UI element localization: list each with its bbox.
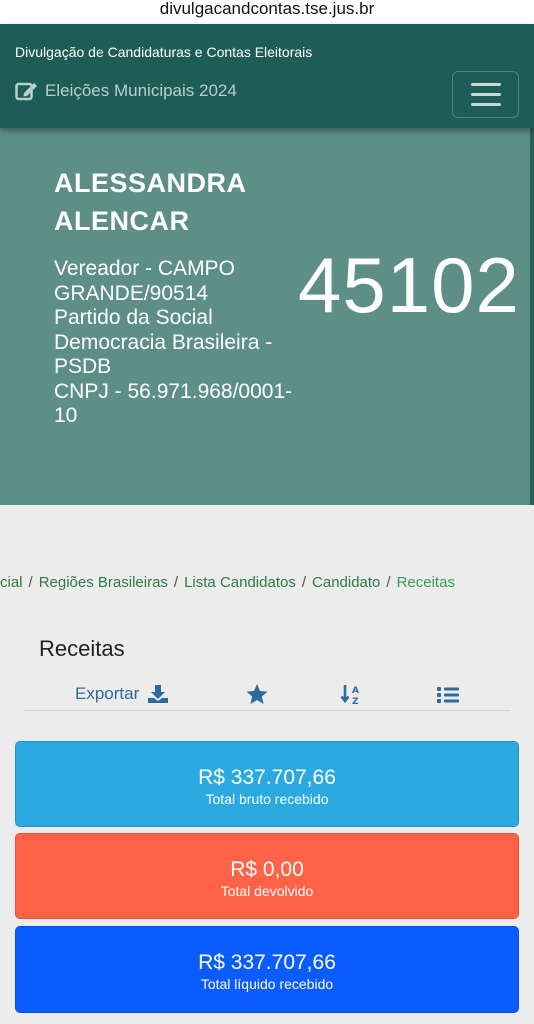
edit-square-icon xyxy=(15,82,37,101)
site-title: Divulgação de Candidaturas e Contas Elei… xyxy=(15,44,313,60)
banner-edge xyxy=(530,128,534,505)
sort-alpha-down-icon: A Z xyxy=(340,685,359,706)
breadcrumb-item-candidato[interactable]: Candidato xyxy=(312,574,380,591)
breadcrumb-current: Receitas xyxy=(396,574,455,591)
breadcrumb-item-regioes[interactable]: Regiões Brasileiras xyxy=(39,574,168,591)
site-header: Divulgação de Candidaturas e Contas Elei… xyxy=(0,24,534,128)
browser-url-bar[interactable]: divulgacandcontas.tse.jus.br xyxy=(0,0,534,24)
candidate-cnpj: CNPJ - 56.971.968/0001-10 xyxy=(54,379,293,428)
list-view-button[interactable] xyxy=(436,685,460,705)
breadcrumb-item-lista-candidatos[interactable]: Lista Candidatos xyxy=(184,574,296,591)
list-icon xyxy=(437,687,459,703)
svg-text:Z: Z xyxy=(352,697,359,706)
page-title: Receitas xyxy=(39,636,125,661)
election-title-label: Eleições Municipais 2024 xyxy=(45,81,237,100)
candidate-party: Partido da Social Democracia Brasileira … xyxy=(54,306,273,378)
candidate-banner: ALESSANDRA ALENCAR Vereador - CAMPO GRAN… xyxy=(0,128,530,505)
total-devolvido-label: Total devolvido xyxy=(220,883,314,899)
total-liquido-card[interactable]: R$ 337.707,66 Total líquido recebido xyxy=(15,926,519,1013)
total-bruto-amount: R$ 337.707,66 xyxy=(198,766,336,789)
svg-text:A: A xyxy=(352,686,359,696)
election-title[interactable]: Eleições Municipais 2024 xyxy=(15,80,237,102)
url-text: divulgacandcontas.tse.jus.br xyxy=(159,0,375,18)
download-icon xyxy=(148,685,169,703)
favorite-button[interactable] xyxy=(245,683,269,705)
breadcrumb: cial / Regiões Brasileiras / Lista Candidato… xyxy=(0,574,455,591)
export-label: Exportar xyxy=(75,684,140,703)
sort-button[interactable]: A Z xyxy=(340,684,364,706)
total-bruto-card[interactable]: R$ 337.707,66 Total bruto recebido xyxy=(15,741,519,827)
candidate-office: Vereador - CAMPO GRANDE/90514 xyxy=(54,257,235,305)
hamburger-icon xyxy=(470,83,501,86)
candidate-name: ALESSANDRA ALENCAR xyxy=(54,168,246,236)
breadcrumb-item-inicial[interactable]: cial xyxy=(0,574,23,591)
star-icon xyxy=(246,684,268,704)
total-devolvido-amount: R$ 0,00 xyxy=(230,858,304,881)
receitas-toolbar: Exportar A Z xyxy=(24,680,510,711)
total-liquido-amount: R$ 337.707,66 xyxy=(198,951,336,974)
total-liquido-label: Total líquido recebido xyxy=(200,976,334,992)
total-devolvido-card[interactable]: R$ 0,00 Total devolvido xyxy=(15,833,519,919)
candidate-details: Vereador - CAMPO GRANDE/90514 Partido da… xyxy=(54,257,309,429)
total-bruto-label: Total bruto recebido xyxy=(205,791,329,807)
candidate-number: 45102 xyxy=(298,241,520,329)
export-button[interactable]: Exportar xyxy=(75,684,169,704)
menu-toggle-button[interactable] xyxy=(452,71,519,118)
